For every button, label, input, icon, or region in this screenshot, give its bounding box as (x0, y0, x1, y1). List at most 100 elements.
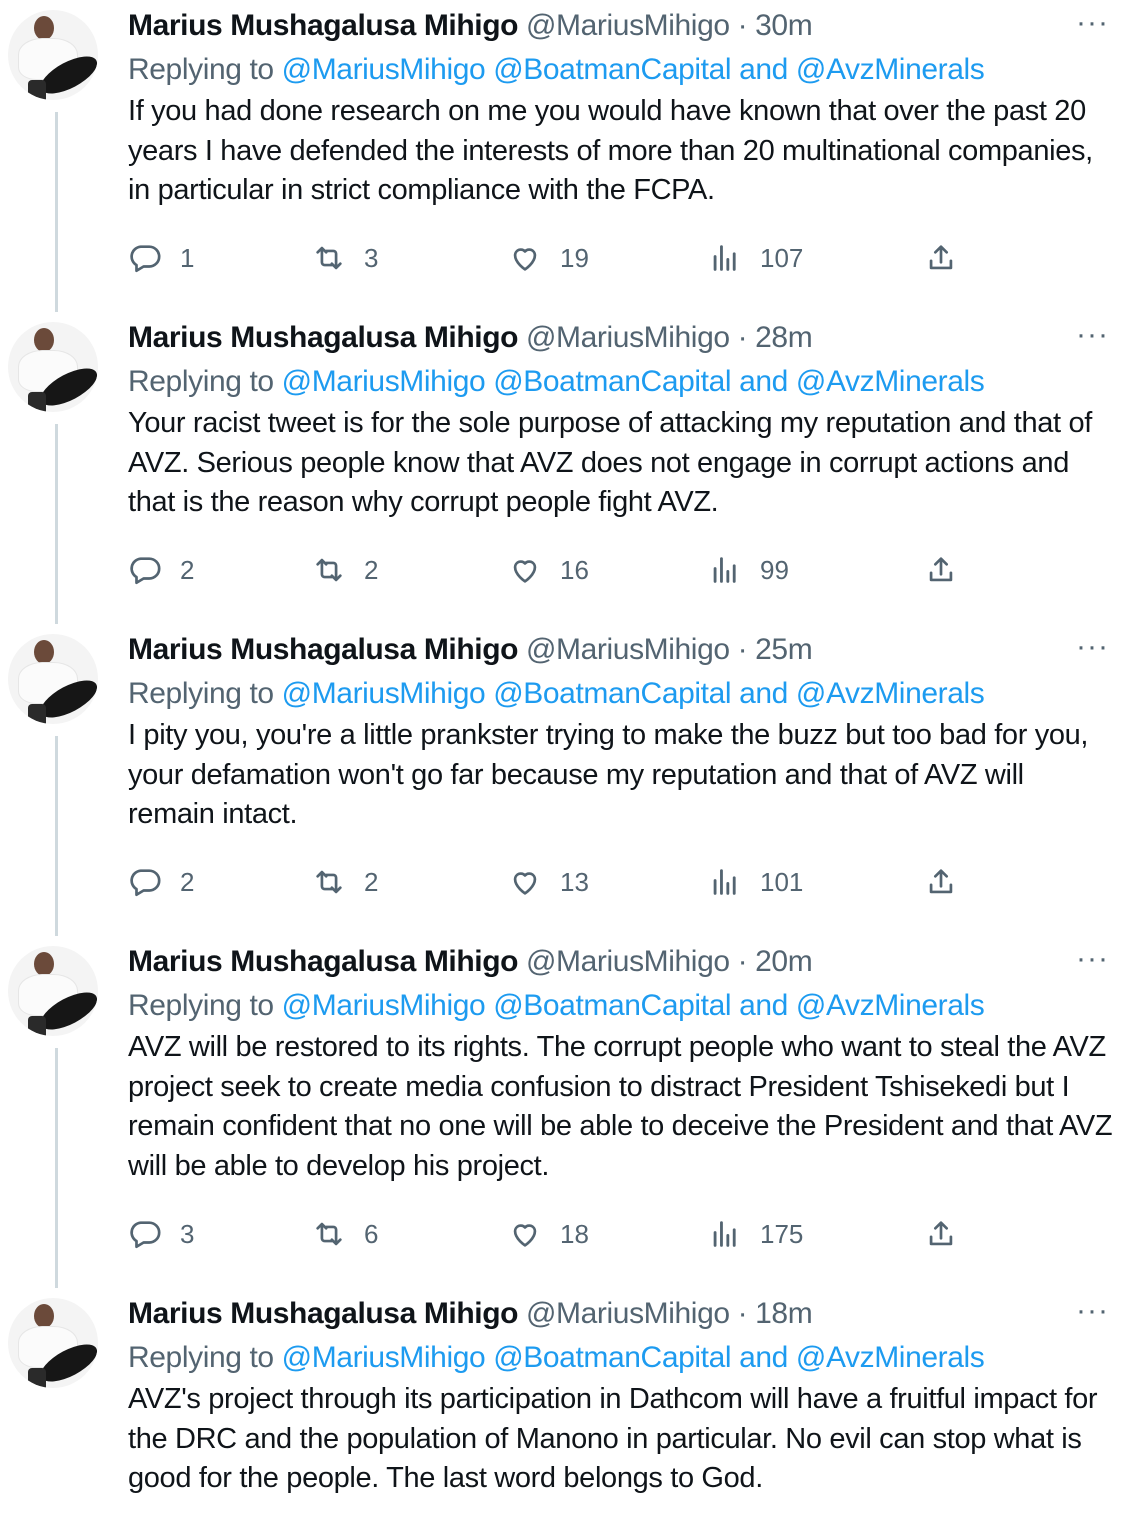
share-button[interactable] (924, 238, 958, 278)
views-button[interactable]: 99 (708, 550, 789, 590)
author-name[interactable]: Marius Mushagalusa Mihigo (128, 1297, 518, 1330)
avatar[interactable] (8, 946, 98, 1036)
replying-to-line: Replying to @MariusMihigo @BoatmanCapita… (128, 362, 1115, 402)
mention-link[interactable]: @BoatmanCapital (493, 677, 731, 710)
retweet-button[interactable]: 3 (312, 238, 378, 278)
mention-link[interactable]: @BoatmanCapital (493, 365, 731, 398)
like-button[interactable]: 18 (508, 1214, 589, 1254)
mention-link[interactable]: @BoatmanCapital (493, 1341, 731, 1374)
like-button[interactable]: 16 (508, 550, 589, 590)
replying-to-label: Replying to (128, 1341, 274, 1374)
tweet-timestamp[interactable]: 18m (755, 1297, 813, 1330)
retweet-count: 3 (364, 242, 379, 273)
mention-link[interactable]: @AvzMinerals (796, 365, 985, 398)
view-count: 99 (760, 554, 789, 585)
views-button[interactable]: 101 (708, 862, 803, 902)
reply-bubble-icon (130, 869, 161, 897)
author-name[interactable]: Marius Mushagalusa Mihigo (128, 633, 518, 666)
mention-and[interactable]: and (739, 1341, 788, 1374)
reply-button[interactable]: 1 (128, 238, 194, 278)
tweet-text: AVZ will be restored to its rights. The … (128, 1031, 1113, 1182)
retweet-button[interactable]: 6 (312, 1214, 378, 1254)
tweet-timestamp[interactable]: 20m (755, 945, 813, 978)
tweet-actions: 2 2 16 99 (128, 550, 968, 590)
author-handle[interactable]: @MariusMihigo (526, 633, 730, 666)
mention-and[interactable]: and (739, 677, 788, 710)
tweet-timestamp[interactable]: 30m (755, 9, 813, 42)
tweet[interactable]: Marius Mushagalusa Mihigo @MariusMihigo … (0, 312, 1125, 624)
mention-link[interactable]: @MariusMihigo (282, 53, 486, 86)
tweet-text: AVZ's project through its participation … (128, 1383, 1098, 1494)
like-count: 13 (560, 866, 589, 897)
tweet[interactable]: Marius Mushagalusa Mihigo @MariusMihigo … (0, 0, 1125, 312)
views-button[interactable]: 175 (708, 1214, 803, 1254)
separator-dot: · (737, 9, 748, 42)
replying-to-label: Replying to (128, 53, 274, 86)
tweet-timestamp[interactable]: 25m (755, 633, 813, 666)
reply-button[interactable]: 3 (128, 1214, 194, 1254)
author-handle[interactable]: @MariusMihigo (526, 9, 730, 42)
views-chart-icon (713, 557, 736, 583)
author-name[interactable]: Marius Mushagalusa Mihigo (128, 321, 518, 354)
mention-and[interactable]: and (739, 365, 788, 398)
tweet-timestamp[interactable]: 28m (755, 321, 813, 354)
reply-button[interactable]: 2 (128, 862, 194, 902)
reply-count: 2 (180, 554, 195, 585)
reply-count: 2 (180, 866, 195, 897)
more-options-icon[interactable]: ··· (1076, 320, 1109, 350)
views-chart-icon (713, 1221, 736, 1247)
mention-and[interactable]: and (739, 989, 788, 1022)
reply-button[interactable]: 2 (128, 550, 194, 590)
author-handle[interactable]: @MariusMihigo (526, 321, 730, 354)
author-handle[interactable]: @MariusMihigo (526, 945, 730, 978)
retweet-count: 2 (364, 866, 379, 897)
mention-link[interactable]: @MariusMihigo (282, 1341, 486, 1374)
tweet-header: Marius Mushagalusa Mihigo @MariusMihigo … (128, 1296, 1115, 1332)
more-options-icon[interactable]: ··· (1076, 8, 1109, 38)
author-name[interactable]: Marius Mushagalusa Mihigo (128, 945, 518, 978)
retweet-icon (316, 1222, 342, 1246)
avatar[interactable] (8, 1298, 98, 1388)
share-button[interactable] (924, 862, 958, 902)
tweet-text: I pity you, you're a little prankster tr… (128, 719, 1089, 830)
avatar[interactable] (8, 634, 98, 724)
more-options-icon[interactable]: ··· (1076, 1296, 1109, 1326)
avatar[interactable] (8, 10, 98, 100)
share-upload-icon (929, 557, 953, 582)
mention-link[interactable]: @AvzMinerals (796, 989, 985, 1022)
mention-link[interactable]: @AvzMinerals (796, 677, 985, 710)
retweet-button[interactable]: 2 (312, 862, 378, 902)
replying-to-line: Replying to @MariusMihigo @BoatmanCapita… (128, 50, 1115, 90)
tweet-actions: 2 2 13 101 (128, 862, 968, 902)
more-options-icon[interactable]: ··· (1076, 632, 1109, 662)
mention-link[interactable]: @AvzMinerals (796, 1341, 985, 1374)
like-count: 18 (560, 1218, 589, 1249)
like-button[interactable]: 13 (508, 862, 589, 902)
tweet[interactable]: Marius Mushagalusa Mihigo @MariusMihigo … (0, 624, 1125, 936)
mention-link[interactable]: @MariusMihigo (282, 677, 486, 710)
views-button[interactable]: 107 (708, 238, 803, 278)
share-button[interactable] (924, 1214, 958, 1254)
share-upload-icon (929, 869, 953, 894)
mention-link[interactable]: @AvzMinerals (796, 53, 985, 86)
mention-link[interactable]: @BoatmanCapital (493, 989, 731, 1022)
author-name[interactable]: Marius Mushagalusa Mihigo (128, 9, 518, 42)
tweet[interactable]: Marius Mushagalusa Mihigo @MariusMihigo … (0, 1288, 1125, 1522)
tweet-actions: 3 6 18 175 (128, 1214, 968, 1254)
mention-and[interactable]: and (739, 53, 788, 86)
mention-link[interactable]: @MariusMihigo (282, 365, 486, 398)
thread-connector-line (55, 1048, 58, 1288)
retweet-button[interactable]: 2 (312, 550, 378, 590)
retweet-icon (316, 870, 342, 894)
author-handle[interactable]: @MariusMihigo (526, 1297, 730, 1330)
like-button[interactable]: 19 (508, 238, 589, 278)
avatar[interactable] (8, 322, 98, 412)
views-chart-icon (713, 869, 736, 895)
mention-link[interactable]: @BoatmanCapital (493, 53, 731, 86)
reply-count: 3 (180, 1218, 195, 1249)
replying-to-line: Replying to @MariusMihigo @BoatmanCapita… (128, 1338, 1115, 1378)
more-options-icon[interactable]: ··· (1076, 944, 1109, 974)
tweet[interactable]: Marius Mushagalusa Mihigo @MariusMihigo … (0, 936, 1125, 1288)
share-button[interactable] (924, 550, 958, 590)
mention-link[interactable]: @MariusMihigo (282, 989, 486, 1022)
